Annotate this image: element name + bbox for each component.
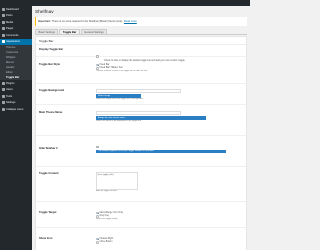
sidebar-item-label: Users [6, 88, 13, 92]
toggle-content-desc: Add the toggle content. [96, 190, 118, 192]
toggle-target-field: Menu/Merge Your Only Drop Key Select the… [96, 211, 244, 220]
row-toggle-target: Toggle Target Menu/Merge Your Only Drop … [36, 203, 246, 228]
admin-sidebar: Dashboard Posts Media Pages Comments Appearan… [0, 6, 32, 250]
toggle-content-field: [tcts_toggle_title] Add the toggle conte… [96, 172, 244, 192]
main-menu-desc: Select the menu to be displayed in the t… [96, 119, 142, 122]
toggle-style-field: Fixed Bar Fixed Bar/ Hidden Text Choose … [96, 63, 244, 72]
collapse-menu-icon [1, 107, 5, 111]
notice-banner: Important: There is no extra required to… [35, 17, 247, 26]
row-toggle-background: Toggle Background Select Image Select th… [36, 85, 246, 105]
tab-toggle-bar[interactable]: Toggle Bar [59, 29, 80, 34]
main-menu-input[interactable] [96, 111, 181, 115]
style-hidden-label: Fixed Bar/ Hidden Text [99, 67, 123, 70]
sidebar-item-label: Header [6, 66, 15, 69]
row-show-icon: Show Icon Floated Right Inline Button [36, 229, 246, 250]
style-hidden-radio[interactable] [96, 67, 99, 70]
sidebar-item-collapse-menu[interactable]: Collapse menu [0, 106, 32, 113]
sidebar-item-label: Media [6, 20, 14, 24]
icon-inline-label: Inline Button [99, 241, 113, 244]
notice-bold: Important: [38, 20, 51, 23]
toggle-target-desc: Select the toggle target. [96, 218, 118, 221]
row-display-toggle: Display Toggle Bar Check to hide or disp… [36, 46, 246, 62]
sidebar-item-label: Posts [6, 14, 13, 18]
sidebar-item-label: Pages [6, 27, 14, 31]
hide-sidebar-checkbox[interactable] [96, 145, 99, 149]
toggle-content-label: Toggle Content [39, 172, 59, 175]
show-icon-field: Floated Right Inline Button [96, 237, 244, 244]
settings-panel: Toggle Bar Display Toggle Bar Check to h… [35, 36, 247, 250]
toggle-background-desc: Select the image to be the toggle bar's … [96, 97, 144, 100]
main-content: Shelfnav Important: There is no extra re… [32, 6, 250, 250]
sidebar-item-label: Plugins [6, 81, 15, 85]
sidebar-item-label: Dashboard [6, 7, 19, 11]
sidebar-item-label: Appearance [6, 40, 20, 44]
pages-icon [1, 27, 5, 31]
style-fixed-label: Fixed Bar [99, 63, 110, 66]
hide-sidebar-label: Hide Sidebar 2 [39, 147, 58, 150]
icon-right-label: Floated Right [99, 237, 114, 240]
dashboard-icon [1, 7, 5, 11]
display-toggle-label: Display Toggle Bar [39, 48, 64, 51]
icon-right-radio[interactable] [96, 237, 99, 241]
show-icon-label: Show Icon [39, 237, 53, 240]
settings-tabs: Basic Settings Toggle Bar General Settin… [35, 29, 247, 35]
background-url-input[interactable] [96, 89, 181, 93]
sidebar-item-label: Tools [6, 94, 13, 98]
comments-icon [1, 33, 5, 37]
sidebar-item-label: Customize [6, 51, 19, 54]
toggle-style-label: Toggle Bar Style [39, 63, 61, 66]
notice-text: There is no extra required to be Shelfna… [51, 20, 123, 23]
target-drop-radio[interactable] [96, 215, 99, 218]
hide-sidebar-field: The sidebar appears as an area Toggle Si… [96, 145, 244, 154]
toggle-style-desc: Choose whether to have a fix toggle bar … [96, 70, 148, 73]
tab-general-settings[interactable]: General Settings [80, 29, 108, 34]
toggle-target-label: Toggle Target [39, 211, 57, 214]
row-main-menu: Main Theme Menu Assign the main theme me… [36, 106, 246, 136]
tools-icon [1, 94, 5, 98]
target-menu-label: Menu/Merge Your Only [99, 211, 124, 214]
main-menu-field: Assign the main theme menu Select the me… [96, 111, 244, 122]
tab-basic-settings[interactable]: Basic Settings [35, 29, 59, 34]
icon-inline-radio[interactable] [96, 241, 99, 244]
sidebar-item-label: Settings [6, 101, 16, 105]
appearance-icon [1, 40, 5, 44]
sidebar-item-label: Collapse menu [6, 107, 24, 111]
sidebar-item-label: Comments [6, 33, 19, 37]
target-menu-radio[interactable] [96, 211, 99, 215]
posts-icon [1, 14, 5, 18]
toggle-content-textarea[interactable]: [tcts_toggle_title] [96, 172, 138, 190]
row-toggle-content: Toggle Content [tcts_toggle_title] Add t… [36, 168, 246, 202]
page-title: Shelfnav [35, 10, 54, 15]
panel-heading: Toggle Bar [36, 37, 246, 45]
users-icon [1, 88, 5, 92]
settings-icon [1, 101, 5, 105]
plugins-icon [1, 81, 5, 85]
sidebar-item-label: Menus [6, 61, 14, 64]
sidebar-item-label: Themes [6, 46, 16, 49]
hide-sidebar-bar[interactable]: The sidebar appears as an area Toggle Si… [96, 149, 226, 154]
main-menu-label: Main Theme Menu [39, 111, 63, 114]
toggle-background-field: Select Image Select the image to be the … [96, 89, 244, 100]
media-icon [1, 20, 5, 24]
row-toggle-style: Toggle Bar Style Fixed Bar Fixed Bar/ Hi… [36, 58, 246, 84]
sidebar-item-label: Toggle Bar [6, 76, 20, 79]
notice-link[interactable]: Read more [124, 20, 137, 23]
sidebar-item-label: Widgets [6, 56, 16, 59]
sidebar-item-label: Editor [6, 71, 13, 74]
style-fixed-radio[interactable] [96, 63, 99, 67]
row-hide-sidebar: Hide Sidebar 2 The sidebar appears as an… [36, 137, 246, 167]
target-drop-label: Drop Key [99, 215, 110, 218]
toggle-background-label: Toggle Background [39, 89, 65, 92]
